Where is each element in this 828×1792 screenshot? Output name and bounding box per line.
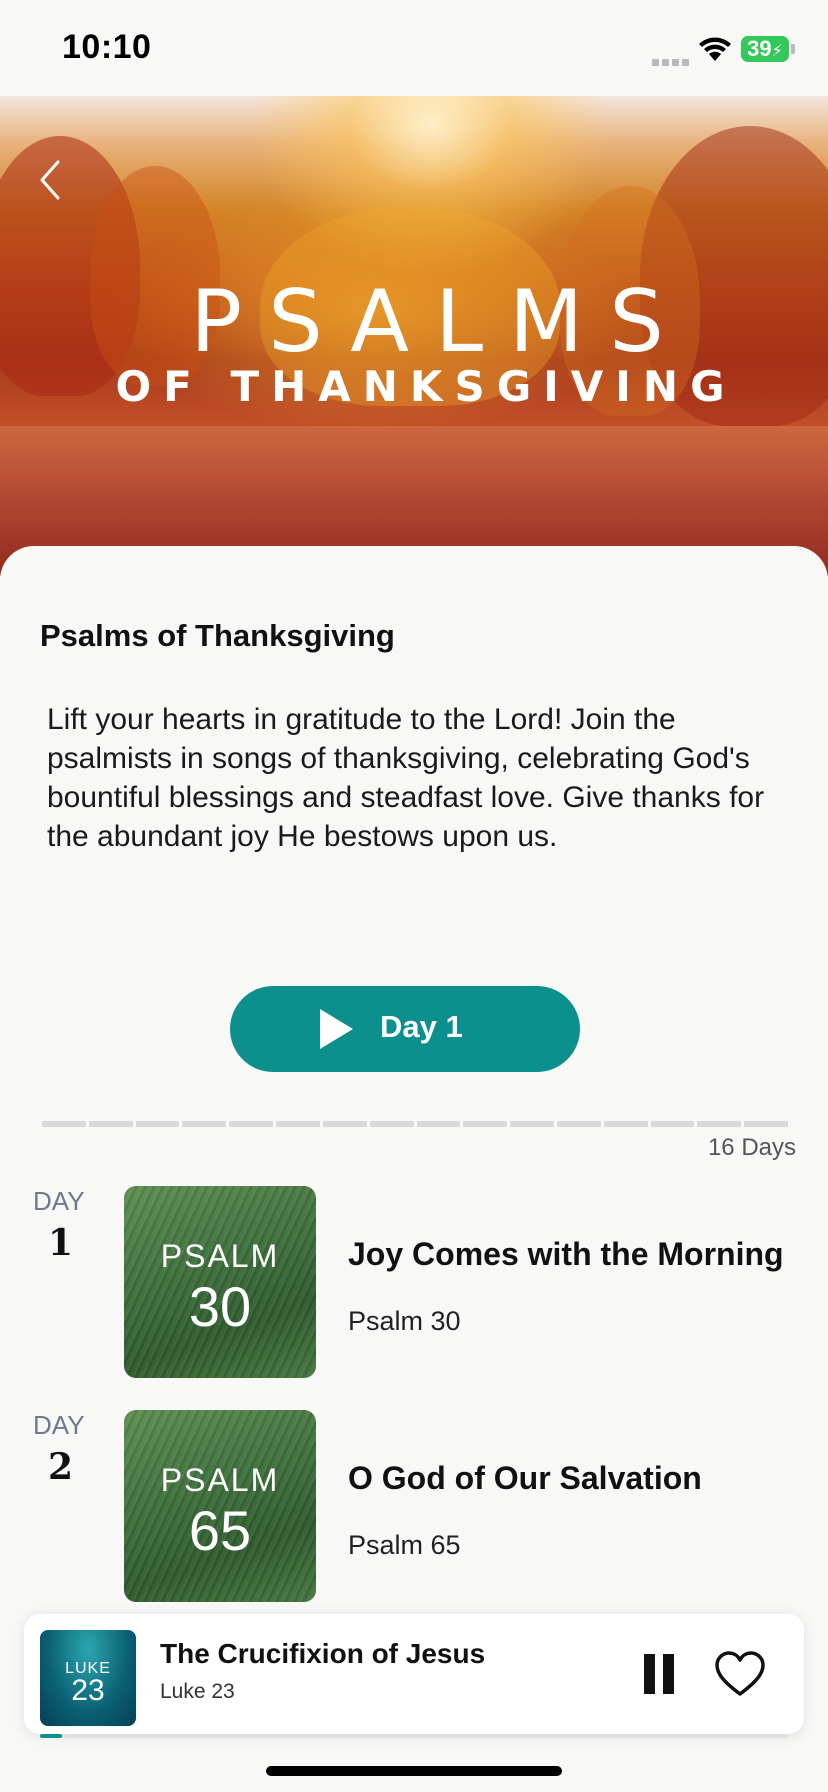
thumbnail-number: 30 [188, 1275, 252, 1338]
play-day-button[interactable]: Day 1 [230, 986, 580, 1072]
day-item[interactable]: DAY 1 PSALM 30 Joy Comes with the Mornin… [0, 1186, 828, 1378]
progress-segment [276, 1121, 320, 1127]
plan-days-count: 16 Days [707, 1134, 796, 1161]
day-reference: Psalm 65 [348, 1530, 461, 1560]
battery-cap [791, 44, 795, 54]
hero-title-line1: PSALMS [190, 272, 690, 372]
progress-segment [556, 1121, 601, 1127]
plan-title: Psalms of Thanksgiving [40, 618, 395, 653]
progress-segment [416, 1121, 461, 1127]
progress-segment [697, 1121, 742, 1127]
back-chevron-icon[interactable] [36, 154, 72, 206]
status-time: 10:10 [62, 28, 152, 66]
status-bar: 10:10 39⚡ [0, 0, 828, 96]
progress-segment [88, 1121, 133, 1127]
progress-segment [182, 1121, 227, 1127]
wifi-icon [699, 37, 731, 61]
player-thumb-number: 23 [71, 1674, 105, 1707]
progress-segment [229, 1121, 274, 1127]
progress-segment [42, 1121, 86, 1127]
play-day-label: Day 1 [380, 1009, 463, 1044]
day-label: DAY [33, 1186, 85, 1216]
progress-segment [650, 1121, 695, 1127]
plan-description: Lift your hearts in gratitude to the Lor… [47, 703, 765, 853]
progress-segment [135, 1121, 180, 1127]
thumbnail-caption: PSALM [160, 1462, 280, 1498]
mini-player[interactable]: LUKE 23 The Crucifixion of Jesus Luke 23 [24, 1614, 804, 1738]
progress-segment [603, 1121, 648, 1127]
progress-segment [369, 1121, 414, 1127]
player-thumbnail: LUKE 23 [40, 1630, 136, 1726]
cellular-signal-icon [652, 53, 692, 71]
hero-title-line2: OF THANKSGIVING [115, 362, 737, 411]
battery-level: 39 [747, 36, 772, 61]
player-subtitle: Luke 23 [160, 1680, 235, 1703]
play-icon [320, 1009, 353, 1049]
day-title: O God of Our Salvation [348, 1460, 702, 1496]
thumbnail-number: 65 [188, 1499, 252, 1562]
plan-hero-image: PSALMS OF THANKSGIVING [0, 96, 828, 576]
progress-segment [744, 1121, 788, 1127]
day-item[interactable]: DAY 2 PSALM 65 O God of Our Salvation Ps… [0, 1410, 828, 1602]
day-number: 2 [48, 1446, 74, 1488]
thumbnail-caption: PSALM [160, 1238, 280, 1274]
progress-segment [322, 1121, 367, 1127]
day-number: 1 [48, 1222, 74, 1264]
player-progress-track[interactable] [40, 1734, 788, 1738]
day-label: DAY [33, 1410, 85, 1440]
heart-outline-icon[interactable] [714, 1650, 766, 1698]
day-thumbnail[interactable]: PSALM 30 [124, 1186, 316, 1378]
battery-indicator: 39⚡ [741, 36, 789, 62]
day-reference: Psalm 30 [348, 1306, 461, 1336]
player-title: The Crucifixion of Jesus [160, 1638, 486, 1669]
plan-progress-bar [42, 1121, 788, 1127]
progress-segment [510, 1121, 554, 1127]
day-title: Joy Comes with the Morning [348, 1236, 784, 1272]
progress-segment [463, 1121, 508, 1127]
day-thumbnail[interactable]: PSALM 65 [124, 1410, 316, 1602]
player-progress-fill [40, 1734, 63, 1738]
pause-icon[interactable] [644, 1654, 674, 1694]
home-indicator [266, 1766, 562, 1776]
charging-bolt-icon: ⚡ [771, 43, 783, 60]
